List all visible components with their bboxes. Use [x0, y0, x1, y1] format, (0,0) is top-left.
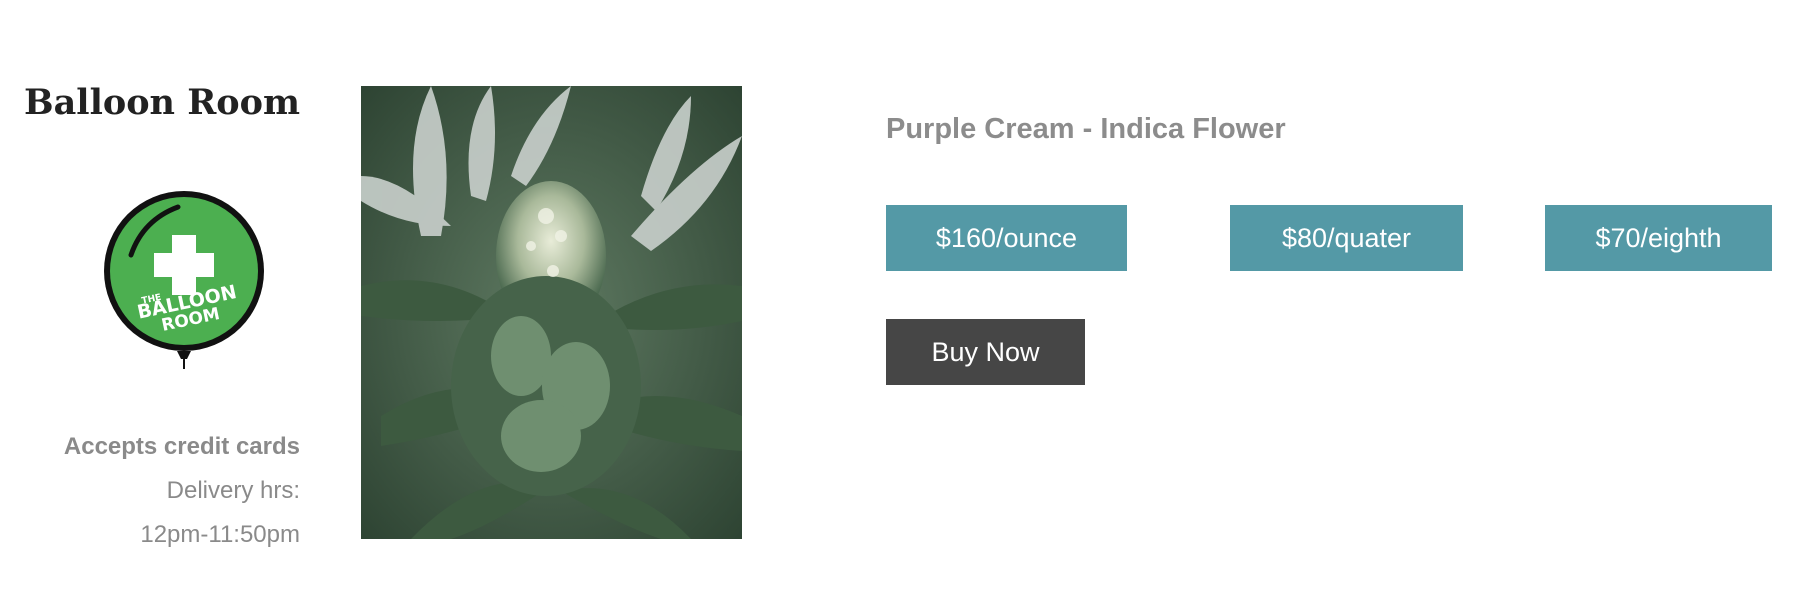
- balloon-room-logo: THE BALLOON ROOM: [93, 185, 275, 375]
- store-name: Balloon Room: [24, 82, 300, 123]
- delivery-label: Delivery hrs:: [166, 477, 300, 504]
- product-title: Purple Cream - Indica Flower: [886, 113, 1286, 145]
- price-ounce-button[interactable]: $160/ounce: [886, 205, 1127, 271]
- price-quarter-button[interactable]: $80/quater: [1230, 205, 1463, 271]
- product-photo: [361, 86, 742, 539]
- price-eighth-button[interactable]: $70/eighth: [1545, 205, 1772, 271]
- store-info: Accepts credit cards Delivery hrs: 12pm-…: [64, 425, 300, 557]
- accepts-credit-cards: Accepts credit cards: [63, 433, 300, 460]
- buy-now-button[interactable]: Buy Now: [886, 319, 1085, 385]
- delivery-hours: 12pm-11:50pm: [140, 521, 300, 548]
